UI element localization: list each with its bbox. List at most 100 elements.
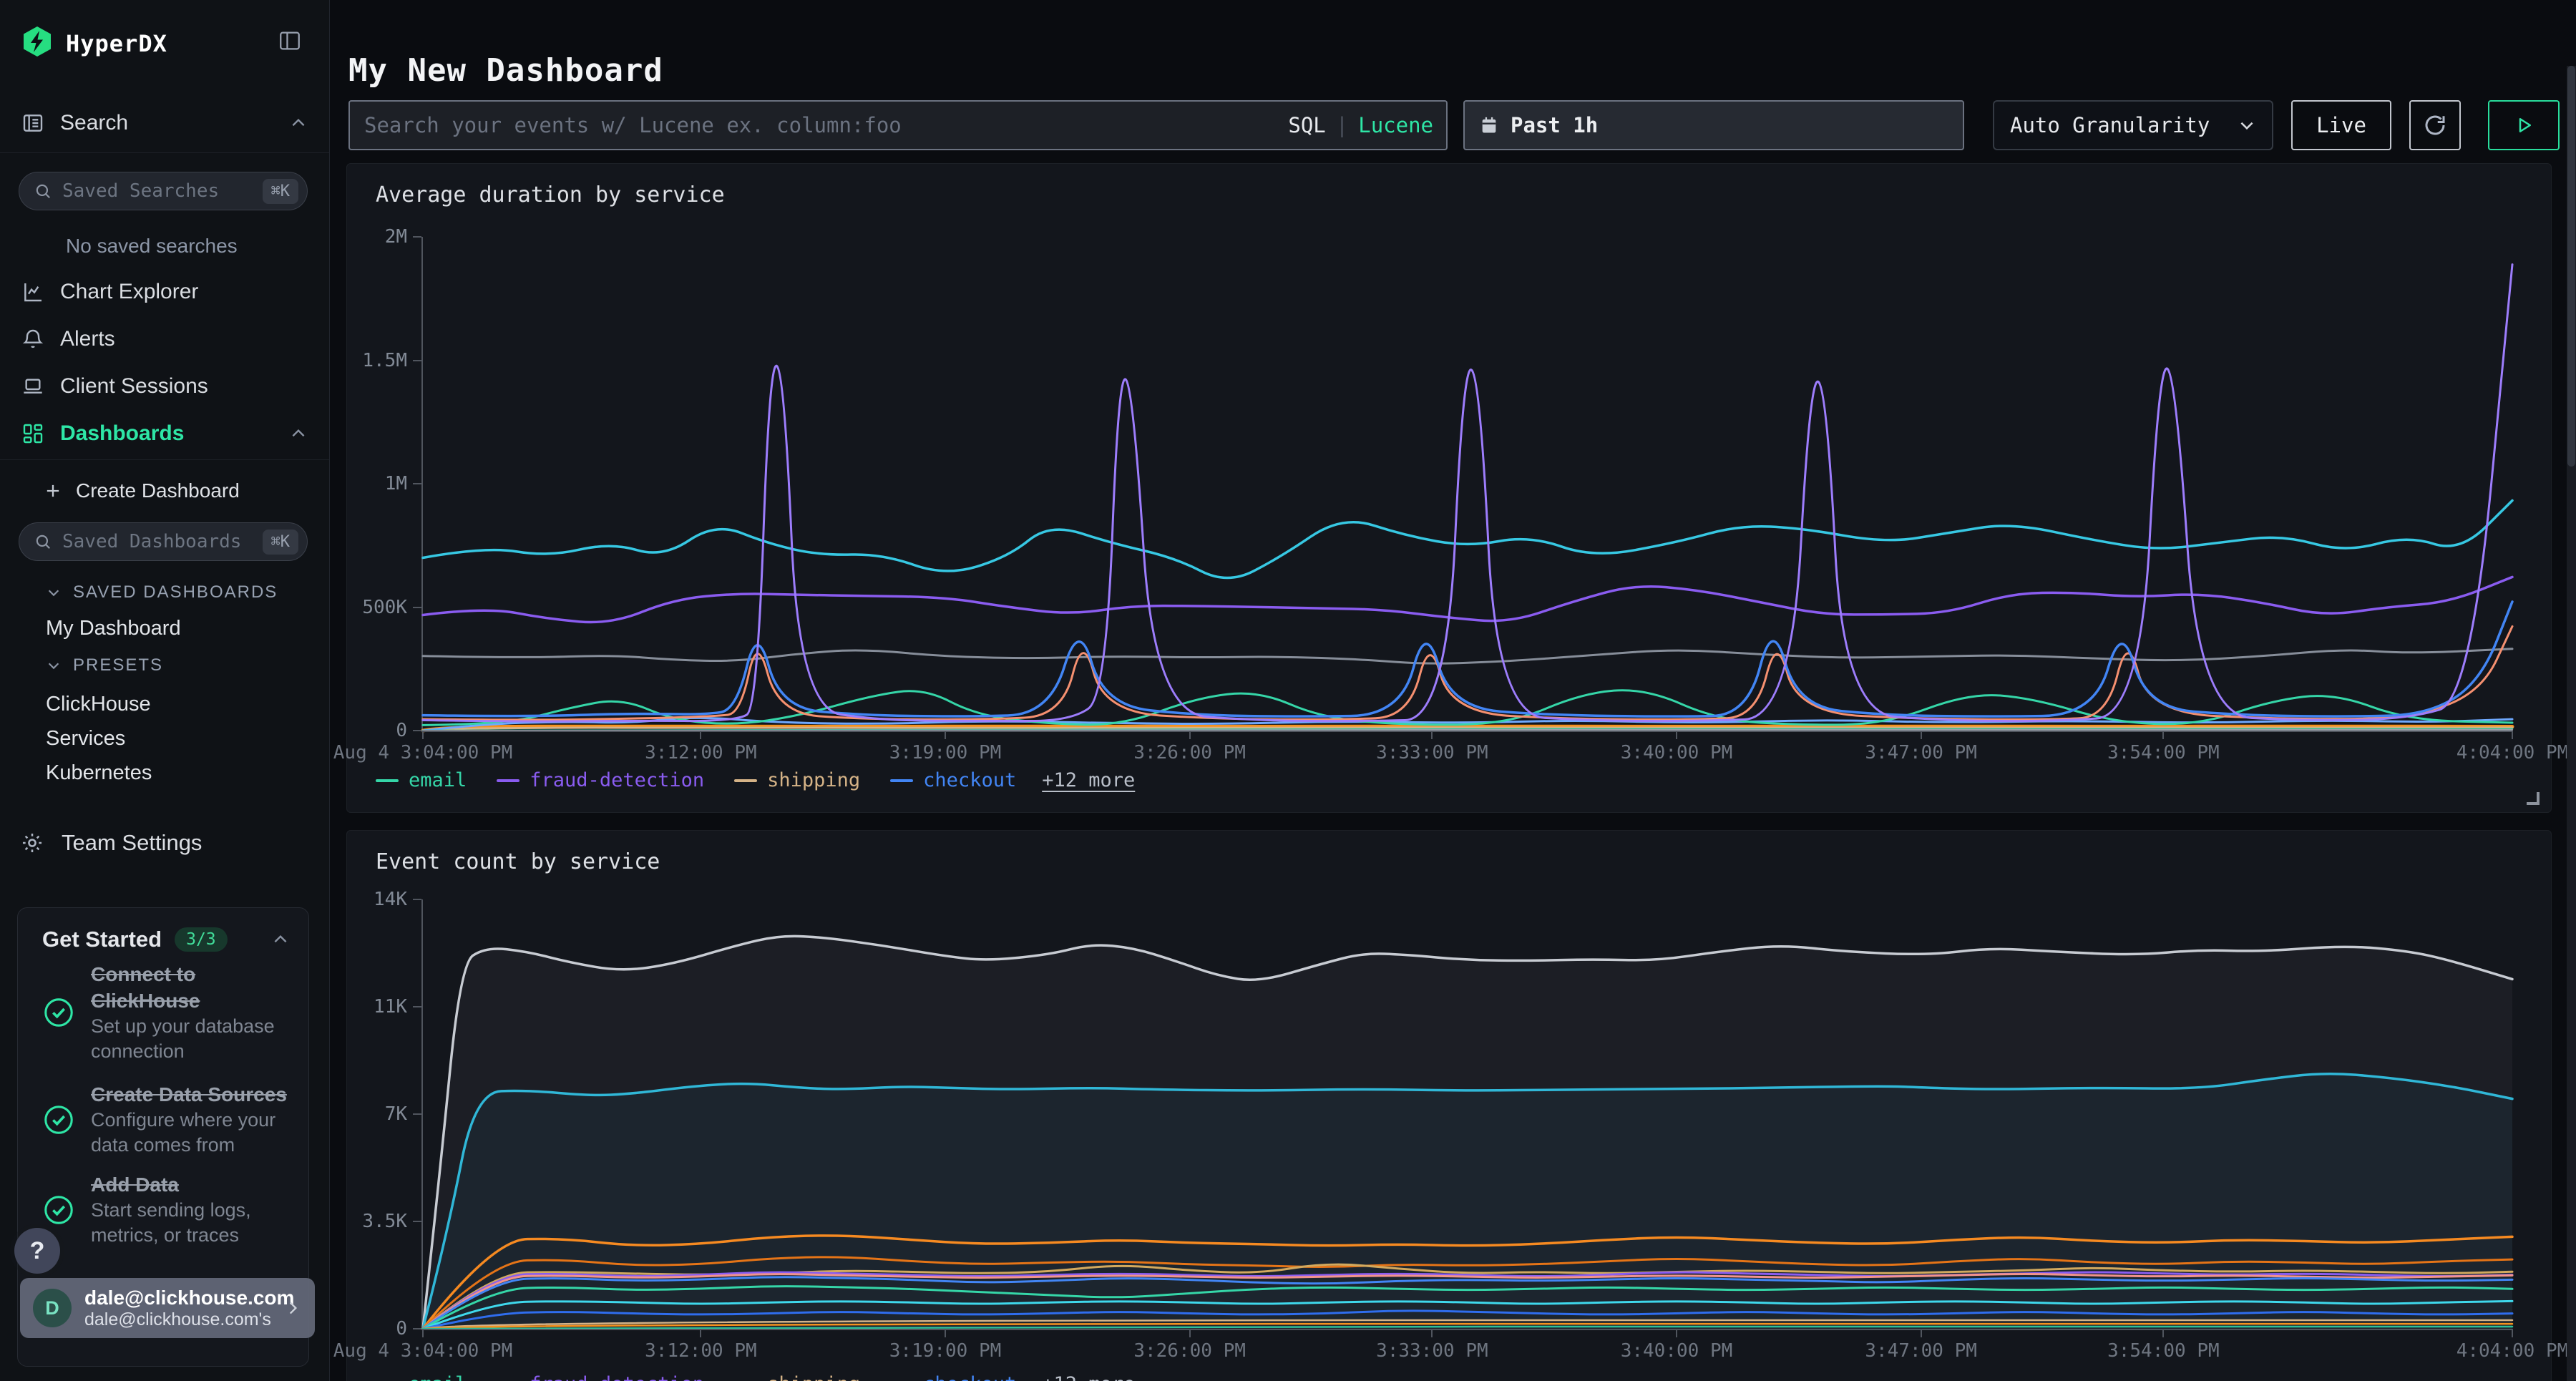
x-axis-tick [945,731,946,739]
sidebar-item-team-settings[interactable]: Team Settings [0,824,329,862]
refresh-icon [2422,112,2448,138]
x-axis-label: 3:19:00 PM [889,742,1002,763]
legend-item-fraud-detection[interactable]: fraud-detection [497,1373,704,1381]
legend-item-checkout[interactable]: checkout [890,769,1016,791]
dashboards-grid-icon [21,422,44,445]
chart-title: Event count by service [376,849,660,874]
section-saved-dashboards[interactable]: SAVED DASHBOARDS [46,582,278,602]
legend-item-fraud-detection[interactable]: fraud-detection [497,769,704,791]
chevron-up-icon[interactable] [289,424,308,443]
x-axis-label: 3:33:00 PM [1376,742,1488,763]
user-email: dale@clickhouse.com [84,1287,270,1309]
saved-dashboards-input[interactable] [61,530,254,553]
sidebar-item-label: Chart Explorer [60,280,198,304]
create-dashboard-button[interactable]: Create Dashboard [0,475,329,507]
sidebar-item-alerts[interactable]: Alerts [0,322,329,356]
y-axis-tick [413,899,421,900]
saved-dashboards-search[interactable]: ⌘K [19,522,308,561]
saved-searches-search[interactable]: ⌘K [19,172,308,210]
event-search-input[interactable] [363,112,1277,138]
legend-swatch [890,779,913,782]
sidebar-item-my-dashboard[interactable]: My Dashboard [46,617,181,640]
get-started-header[interactable]: Get Started 3/3 [42,927,290,952]
main-content: My New Dashboard SQL | Lucene Past 1h Au… [330,0,2576,1381]
y-axis-tick [413,1006,421,1007]
sql-toggle[interactable]: SQL [1288,113,1325,137]
x-axis-tick [2162,1329,2164,1337]
legend-item-shipping[interactable]: shipping [734,1373,860,1381]
line-chart-svg [423,899,2512,1329]
get-started-item-add-data[interactable]: Add Data Start sending logs, metrics, or… [42,1171,294,1248]
legend-label: fraud-detection [530,769,704,791]
search-icon [34,532,52,551]
sidebar-collapse-icon[interactable] [278,29,302,53]
granularity-dropdown[interactable]: Auto Granularity [1993,100,2273,150]
run-query-button[interactable] [2488,100,2560,150]
chevron-up-icon[interactable] [289,114,308,132]
chart-panel-avg-duration: Average duration by service 2M1.5M1M500K… [346,163,2552,813]
sidebar-item-chart-explorer[interactable]: Chart Explorer [0,275,329,309]
saved-searches-input[interactable] [61,180,254,202]
panel-resize-handle[interactable] [2527,792,2540,805]
legend-item-shipping[interactable]: shipping [734,769,860,791]
x-axis-label: 3:33:00 PM [1376,1340,1488,1362]
scrollbar-thumb[interactable] [2567,66,2575,467]
create-dashboard-label: Create Dashboard [76,479,240,502]
legend-label: email [409,769,467,791]
user-menu[interactable]: D dale@clickhouse.com dale@clickhouse.co… [20,1278,315,1338]
legend-item-email[interactable]: email [376,1373,467,1381]
chart-legend: email fraud-detection shipping checkout +12 … [376,1373,1135,1381]
chart-legend: email fraud-detection shipping checkout +12 … [376,769,1135,791]
get-started-item-datasources[interactable]: Create Data Sources Configure where your… [42,1081,294,1158]
divider [0,459,329,460]
sidebar-item-label: Dashboards [60,421,184,446]
sidebar-item-clickhouse[interactable]: ClickHouse [46,693,151,716]
x-axis-tick [2512,731,2513,739]
chart-panel-event-count: Event count by service 14K11K7K3.5K0Aug … [346,830,2552,1381]
x-axis-label: 3:47:00 PM [1865,1340,1977,1362]
time-range-picker[interactable]: Past 1h [1463,100,1964,150]
sidebar-item-kubernetes[interactable]: Kubernetes [46,761,152,785]
granularity-value: Auto Granularity [2010,113,2210,137]
sidebar-item-search[interactable]: Search [0,106,329,140]
chart-plot-area: 2M1.5M1M500K0Aug 4 3:04:00 PM3:12:00 PM3… [423,237,2512,731]
get-started-item-text: Connect to ClickHouse Set up your databa… [91,961,275,1064]
x-axis-tick [422,1329,424,1337]
task-title: ClickHouse [91,987,275,1014]
get-started-item-connect[interactable]: Connect to ClickHouse Set up your databa… [42,961,294,1064]
x-axis-label: 3:12:00 PM [645,1340,757,1362]
legend-item-email[interactable]: email [376,769,467,791]
sidebar-item-dashboards[interactable]: Dashboards [0,416,329,451]
sidebar-item-label: Client Sessions [60,374,208,399]
x-axis-label: 3:19:00 PM [889,1340,1002,1362]
y-axis-label: 14K [374,889,407,910]
y-axis-label: 500K [362,597,407,618]
legend-item-checkout[interactable]: checkout [890,1373,1016,1381]
x-axis-label: Aug 4 3:04:00 PM [333,742,512,763]
live-button[interactable]: Live [2291,100,2391,150]
refresh-button[interactable] [2409,100,2461,150]
y-axis-tick [413,236,421,238]
sidebar-item-label: Alerts [60,327,115,351]
task-subtitle: Set up your database [91,1014,275,1039]
x-axis-tick [1676,731,1677,739]
team-settings-label: Team Settings [62,830,202,856]
x-axis-tick [2512,1329,2513,1337]
legend-more-link[interactable]: +12 more [1042,769,1135,791]
x-axis-tick [1921,1329,1922,1337]
shortcut-badge: ⌘K [263,530,299,555]
play-icon [2513,114,2534,136]
lucene-toggle[interactable]: Lucene [1358,113,1433,137]
event-search-box: SQL | Lucene [348,100,1448,150]
x-axis-label: 4:04:00 PM [2457,1340,2569,1362]
bell-icon [21,328,44,351]
sidebar-item-services[interactable]: Services [46,727,125,751]
sidebar-item-client-sessions[interactable]: Client Sessions [0,369,329,404]
legend-more-link[interactable]: +12 more [1042,1373,1135,1381]
section-label: SAVED DASHBOARDS [73,582,278,602]
legend-swatch [734,779,757,782]
y-axis-label: 3.5K [362,1211,407,1232]
chevron-up-icon[interactable] [271,930,290,949]
help-button[interactable]: ? [14,1228,60,1274]
section-presets[interactable]: PRESETS [46,655,163,675]
